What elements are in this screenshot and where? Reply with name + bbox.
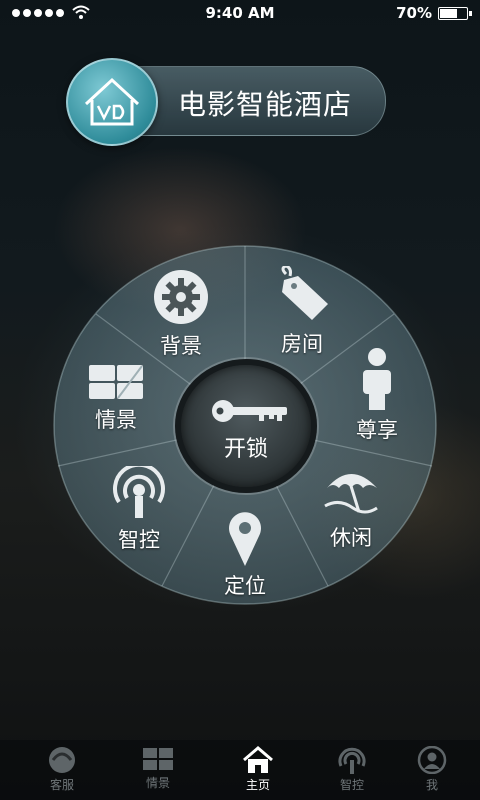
- menu-item-location[interactable]: 定位: [210, 510, 280, 600]
- tab-me[interactable]: 我: [392, 746, 472, 793]
- tab-label: 我: [425, 778, 438, 792]
- menu-item-label: 休闲: [330, 526, 372, 550]
- key-icon: [212, 400, 287, 422]
- broadcast-icon: [113, 466, 165, 518]
- menu-item-label: 房间: [281, 332, 323, 356]
- unlock-label: 开锁: [223, 437, 268, 462]
- battery-icon: [438, 7, 472, 20]
- tab-label: 主页: [245, 778, 270, 792]
- location-pin-icon: [229, 512, 261, 566]
- menu-item-scene[interactable]: 情景: [80, 364, 152, 434]
- room-tag-icon: [281, 266, 328, 320]
- battery-percent: 70%: [396, 4, 432, 22]
- scene-panel-icon: [89, 365, 143, 399]
- main-menu-wheel: 背景 房间 尊享 休闲 定位 智控 情景 开锁: [52, 244, 438, 606]
- bottom-tab-bar: 客服 情景 主页 智控 我: [0, 740, 480, 800]
- tab-label: 客服: [49, 778, 74, 792]
- unlock-button[interactable]: 开锁: [175, 359, 317, 493]
- menu-item-background[interactable]: 背景: [144, 268, 218, 360]
- menu-item-label: 智控: [118, 528, 160, 552]
- tab-smart-control[interactable]: 智控: [312, 746, 392, 793]
- status-bar: 9:40 AM 70%: [0, 0, 480, 28]
- menu-item-label: 情景: [95, 408, 137, 432]
- menu-item-leisure[interactable]: 休闲: [316, 466, 386, 552]
- beach-umbrella-icon: [324, 474, 378, 514]
- menu-item-smart-control[interactable]: 智控: [106, 466, 172, 554]
- menu-item-vip[interactable]: 尊享: [344, 348, 410, 444]
- broadcast-icon: [338, 747, 366, 774]
- menu-item-label: 背景: [160, 334, 202, 358]
- menu-item-label: 定位: [224, 574, 266, 598]
- menu-item-room[interactable]: 房间: [262, 266, 342, 358]
- tab-customer-service[interactable]: 客服: [22, 746, 102, 793]
- gear-icon: [154, 270, 208, 324]
- menu-item-label: 尊享: [356, 418, 398, 442]
- tab-label: 智控: [339, 778, 364, 792]
- brand-title: 电影智能酒店: [178, 88, 353, 121]
- hotel-brand-header: 电影智能酒店: [66, 58, 386, 146]
- user-icon: [417, 746, 447, 774]
- tab-label: 情景: [145, 776, 170, 790]
- house-logo-icon: [66, 58, 158, 146]
- tab-scene[interactable]: 情景: [118, 746, 198, 791]
- scene-panel-icon: [143, 748, 173, 770]
- customer-service-icon: [49, 747, 75, 773]
- tab-home[interactable]: 主页: [218, 746, 298, 793]
- person-icon: [363, 348, 391, 410]
- home-icon: [243, 746, 273, 773]
